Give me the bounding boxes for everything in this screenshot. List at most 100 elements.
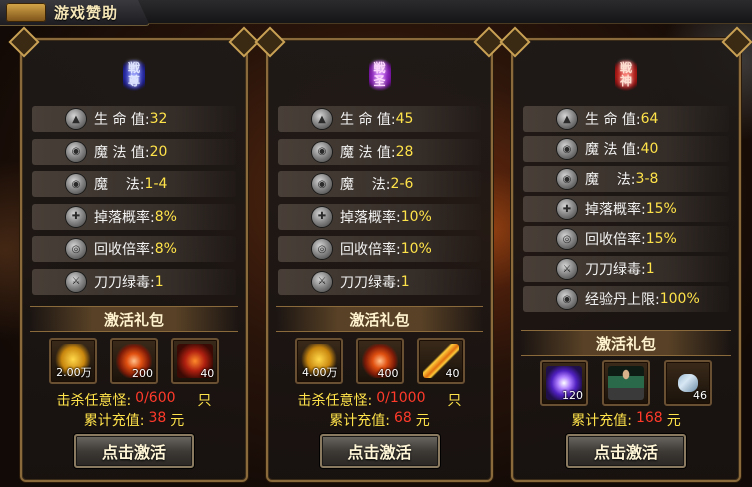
- stat-label: 掉落概率:: [94, 209, 155, 226]
- stat-label: 魔 法 值:: [94, 144, 150, 161]
- stat-row: ◉ 魔 法: 3-8: [513, 166, 739, 192]
- poison-blade-icon: ⚔: [66, 271, 86, 292]
- stat-row: ◉ 魔 法: 1-4: [22, 171, 246, 198]
- recharge-amount: 68: [393, 410, 412, 426]
- recycle-rate-icon: ◎: [66, 239, 86, 260]
- stat-label: 掉落概率:: [340, 209, 401, 226]
- stat-label: 生 命 值:: [585, 112, 641, 128]
- stat-value: 1: [400, 273, 410, 290]
- drop-rate-icon: ✚: [66, 206, 86, 227]
- stat-value: 20: [149, 143, 168, 160]
- emblem-text: 戦 尊: [127, 61, 140, 88]
- reward-items: 4.00万 400 40: [268, 338, 491, 390]
- stat-row: ⚔ 刀刀绿毒: 1: [513, 256, 739, 282]
- recharge-requirement: 累计充值: 38 元: [22, 410, 246, 430]
- stat-value: 2-6: [390, 176, 414, 193]
- stat-row: ◎ 回收倍率: 8%: [22, 236, 246, 263]
- fire-orb-icon[interactable]: 200: [109, 338, 158, 384]
- stat-row: ▲ 生 命 值: 64: [513, 106, 739, 132]
- drop-rate-icon: ✚: [557, 199, 577, 219]
- stat-row: ◉ 魔 法: 2-6: [268, 171, 491, 198]
- recharge-label: 累计充值:: [571, 413, 632, 429]
- flame-sword-icon[interactable]: 40: [416, 338, 465, 384]
- stat-row: ◎ 回收倍率: 15%: [513, 226, 739, 252]
- recharge-requirement: 累计充值: 168 元: [513, 410, 739, 430]
- recharge-unit: 元: [415, 413, 430, 429]
- stat-value: 10%: [400, 241, 432, 258]
- stat-label: 回收倍率:: [340, 242, 401, 259]
- stat-label: 魔 法 值:: [340, 144, 396, 161]
- mana-icon: ◉: [557, 139, 577, 159]
- sponsor-icon: [6, 3, 46, 22]
- stat-label: 魔 法:: [340, 177, 391, 194]
- poison-blade-icon: ⚔: [557, 259, 577, 279]
- reward-items: 120 46: [513, 360, 739, 412]
- item-count: 200: [131, 367, 153, 380]
- drop-rate-icon: ✚: [312, 206, 332, 227]
- stat-value: 8%: [154, 208, 177, 225]
- stat-label: 经验丹上限:: [585, 292, 660, 308]
- item-count: 2.00万: [56, 366, 92, 379]
- stat-value: 40: [640, 141, 659, 157]
- activate-button[interactable]: 点击激活: [74, 434, 194, 468]
- stat-value: 10%: [400, 208, 432, 225]
- item-count: 40: [200, 367, 215, 380]
- kill-label: 击杀任意怪:: [297, 393, 373, 409]
- title-bar: 游戏赞助: [0, 0, 752, 26]
- stat-value: 15%: [645, 201, 677, 217]
- stat-label: 魔 法:: [94, 177, 145, 194]
- magic-icon: ◉: [557, 169, 577, 189]
- stat-label: 回收倍率:: [585, 232, 646, 248]
- stat-value: 1: [645, 261, 655, 277]
- magic-icon: ◉: [312, 174, 332, 195]
- activate-button[interactable]: 点击激活: [566, 434, 686, 468]
- exp-cap-icon: ◉: [557, 289, 577, 309]
- stat-list: ▲ 生 命 值: 64 ◉ 魔 法 值: 40 ◉ 魔 法: 3-8 ✚ 掉落概…: [513, 106, 739, 316]
- tier-emblem: 戦 圣: [368, 58, 391, 92]
- window-title: 游戏赞助: [54, 4, 119, 22]
- stat-row: ✚ 掉落概率: 8%: [22, 203, 246, 230]
- stat-label: 刀刀绿毒:: [585, 262, 646, 278]
- poison-blade-icon: ⚔: [312, 271, 332, 292]
- stat-value: 8%: [154, 241, 177, 258]
- kill-requirement: 击杀任意怪: 0/600 只: [22, 390, 246, 410]
- stat-row: ⚔ 刀刀绿毒: 1: [268, 268, 491, 295]
- kill-progress: 0/1000: [376, 390, 426, 406]
- outfit-figure-icon[interactable]: [602, 360, 650, 406]
- stat-label: 刀刀绿毒:: [340, 274, 401, 291]
- stat-label: 生 命 值:: [340, 112, 396, 128]
- gold-ingot-icon[interactable]: 2.00万: [48, 338, 97, 384]
- stat-row: ▲ 生 命 值: 32: [22, 106, 246, 132]
- stat-row: ◉ 经验丹上限: 100%: [513, 286, 739, 312]
- gift-header: 激活礼包: [30, 306, 238, 332]
- gold-ingot-icon[interactable]: 4.00万: [294, 338, 343, 384]
- item-count: 46: [693, 389, 707, 402]
- activate-button[interactable]: 点击激活: [319, 434, 440, 468]
- fire-orb-icon[interactable]: 400: [355, 338, 404, 384]
- kill-requirement: 击杀任意怪: 0/1000 只: [268, 390, 491, 410]
- life-icon: ▲: [66, 109, 86, 129]
- purple-vortex-icon[interactable]: 120: [540, 360, 588, 406]
- stat-value: 1: [154, 273, 164, 290]
- stat-value: 32: [149, 111, 168, 127]
- mana-icon: ◉: [312, 141, 332, 162]
- magic-icon: ◉: [66, 174, 86, 195]
- gift-header: 激活礼包: [276, 306, 483, 332]
- recharge-requirement: 累计充值: 68 元: [268, 410, 491, 430]
- title-tab: 游戏赞助: [0, 0, 150, 26]
- stat-label: 魔 法:: [585, 172, 636, 188]
- stat-row: ◉ 魔 法 值: 40: [513, 136, 739, 162]
- recharge-label: 累计充值:: [329, 413, 390, 429]
- stat-row: ✚ 掉落概率: 10%: [268, 203, 491, 230]
- scroll-icon[interactable]: 46: [664, 360, 712, 406]
- kill-progress: 0/600: [135, 390, 176, 406]
- crimson-helm-icon[interactable]: 40: [171, 338, 220, 384]
- sponsor-tier-panel: 戦 尊 ▲ 生 命 值: 32 ◉ 魔 法 值: 20 ◉ 魔 法: 1-4 ✚…: [8, 26, 260, 482]
- sponsor-tier-panel: 戦 圣 ▲ 生 命 值: 45 ◉ 魔 法 值: 28 ◉ 魔 法: 2-6 ✚…: [254, 26, 505, 482]
- tier-emblem: 戦 神: [615, 58, 637, 92]
- reward-items: 2.00万 200 40: [22, 338, 246, 390]
- stat-row: ◉ 魔 法 值: 20: [22, 138, 246, 165]
- emblem-text: 戦 神: [619, 61, 632, 88]
- stat-label: 掉落概率:: [585, 202, 646, 218]
- stat-list: ▲ 生 命 值: 45 ◉ 魔 法 值: 28 ◉ 魔 法: 2-6 ✚ 掉落概…: [268, 106, 491, 302]
